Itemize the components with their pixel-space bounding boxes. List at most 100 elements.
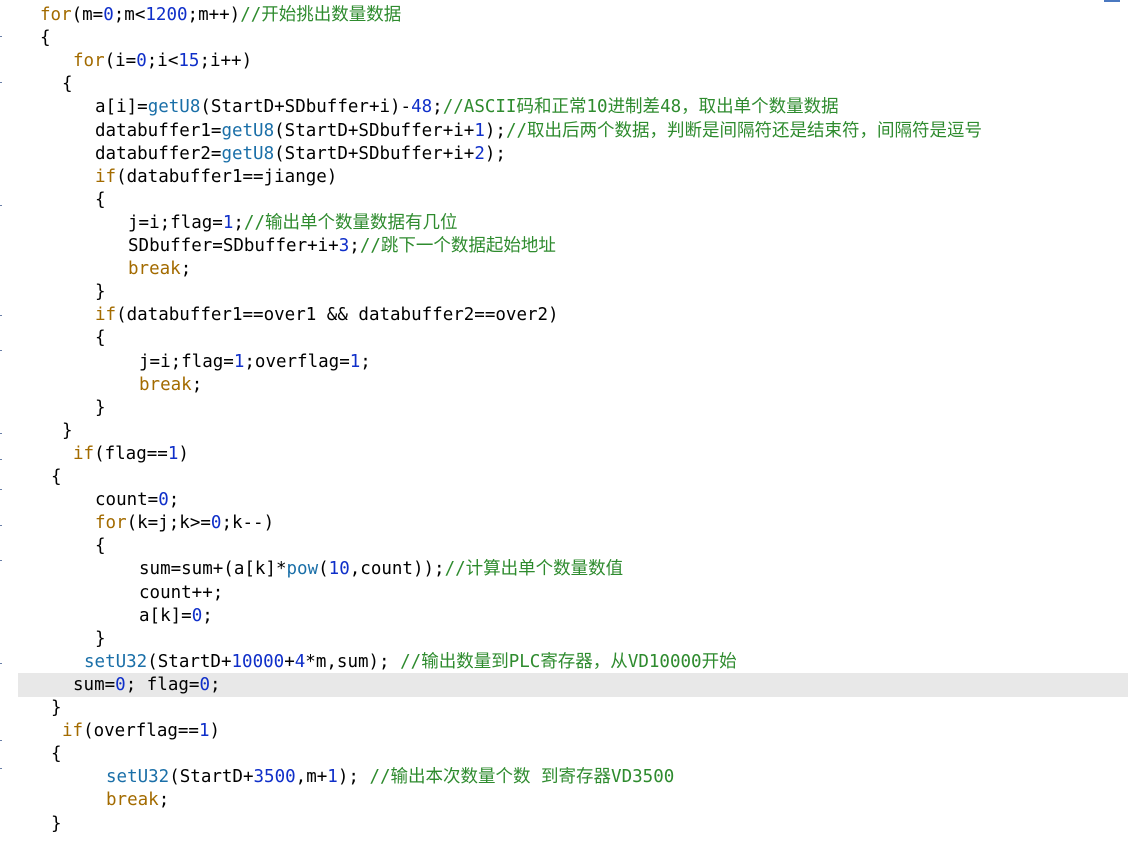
code-token: databuffer1=: [95, 121, 222, 141]
code-line[interactable]: j=i;flag=1;//输出单个数量数据有几位: [128, 211, 458, 235]
code-token: 1: [167, 444, 179, 464]
code-token: ,count));: [349, 559, 445, 579]
code-line[interactable]: sum=sum+(a[k]*pow(10,count));//计算出单个数量数值: [139, 557, 623, 581]
gutter-marker: [0, 350, 2, 351]
code-token: 4: [294, 652, 306, 672]
code-token: ，取出单个数量数据: [681, 97, 839, 117]
code-token: (StartD+SDbuffer+i)-: [200, 97, 412, 117]
code-token: );: [484, 144, 506, 164]
code-line[interactable]: {: [62, 72, 73, 96]
code-line[interactable]: break;: [128, 257, 191, 281]
code-line[interactable]: for(i=0;i<15;i++): [73, 49, 252, 73]
code-line[interactable]: if(flag==1): [73, 442, 189, 466]
code-token: ;: [210, 675, 221, 695]
code-line[interactable]: }: [95, 396, 106, 420]
code-line[interactable]: count=0;: [95, 488, 179, 512]
code-line[interactable]: {: [95, 326, 106, 350]
code-token: if: [62, 721, 84, 741]
code-line[interactable]: for(k=j;k>=0;k--): [95, 511, 274, 535]
code-line[interactable]: a[i]=getU8(StartD+SDbuffer+i)-48;//ASCII…: [95, 95, 839, 119]
code-token: 0: [103, 5, 114, 25]
code-token: 1: [233, 352, 245, 372]
code-line[interactable]: }: [51, 812, 62, 836]
code-token: 1: [222, 213, 234, 233]
code-line[interactable]: {: [40, 26, 51, 50]
code-line[interactable]: }: [95, 627, 106, 651]
code-line[interactable]: }: [95, 280, 106, 304]
code-token: 2: [474, 144, 485, 164]
code-token: 开始: [701, 652, 737, 672]
gutter-marker: [0, 433, 2, 434]
code-token: ;: [432, 97, 443, 117]
gutter-marker: [0, 36, 2, 37]
code-line[interactable]: SDbuffer=SDbuffer+i+3;//跳下一个数据起始地址: [128, 234, 556, 258]
code-token: ;: [349, 236, 360, 256]
code-line[interactable]: setU32(StartD+10000+4*m,sum); //输出数量到PLC…: [84, 650, 737, 674]
code-line[interactable]: break;: [139, 373, 202, 397]
code-token: }: [62, 421, 73, 441]
code-token: ): [178, 444, 189, 464]
code-line[interactable]: for(m=0;m<1200;m++)//开始挑出数量数据: [40, 3, 401, 27]
code-line[interactable]: j=i;flag=1;overflag=1;: [139, 350, 371, 374]
current-code-line[interactable]: sum=0; flag=0;: [18, 673, 1128, 697]
code-token: if: [95, 305, 117, 325]
code-token: //取出后两个数据，判断是间隔符还是结束符，间隔符是逗号: [505, 121, 983, 141]
code-line[interactable]: databuffer2=getU8(StartD+SDbuffer+i+2);: [95, 142, 506, 166]
code-line[interactable]: }: [62, 419, 73, 443]
code-token: (StartD+: [169, 767, 254, 787]
code-token: 3500: [253, 767, 296, 787]
code-token: {: [95, 190, 106, 210]
code-token: 15: [178, 51, 200, 71]
code-token: (m=: [71, 5, 104, 25]
code-token: 1: [327, 767, 338, 787]
code-token: 0: [191, 606, 203, 626]
code-token: 3: [338, 236, 350, 256]
code-token: VD10000: [627, 652, 702, 672]
code-token: pow: [286, 559, 319, 579]
code-token: ;: [168, 490, 180, 510]
code-token: SDbuffer=SDbuffer+i+: [128, 236, 339, 256]
code-token: setU32: [106, 767, 170, 787]
code-line[interactable]: if(databuffer1==jiange): [95, 165, 337, 189]
code-token: {: [95, 328, 106, 348]
code-token: 寄存器，从: [540, 652, 628, 672]
code-token: ;overflag=: [244, 352, 350, 372]
code-token: {: [51, 467, 62, 487]
code-token: (overflag==: [83, 721, 199, 741]
code-token: (databuffer1==jiange): [116, 167, 338, 187]
code-token: //输出数量到: [400, 652, 509, 672]
code-token: (i=: [104, 51, 137, 71]
code-token: j=i;flag=: [139, 352, 234, 372]
code-line[interactable]: a[k]=0;: [139, 604, 213, 628]
code-token: 1200: [145, 5, 188, 25]
code-line[interactable]: }: [51, 696, 62, 720]
code-token: sum=: [73, 675, 116, 695]
code-token: }: [51, 698, 62, 718]
code-token: VD3500: [611, 767, 675, 787]
code-line[interactable]: {: [51, 465, 62, 489]
code-line[interactable]: {: [51, 742, 62, 766]
code-editor[interactable]: for(m=0;m<1200;m++)//开始挑出数量数据{for(i=0;i<…: [0, 0, 1128, 865]
gutter-marker: [0, 459, 2, 460]
code-line[interactable]: {: [95, 534, 106, 558]
code-token: ,m+: [295, 767, 328, 787]
code-line[interactable]: break;: [106, 788, 169, 812]
code-line[interactable]: if(overflag==1): [62, 719, 220, 743]
code-line[interactable]: count++;: [139, 581, 223, 605]
code-token: }: [95, 629, 106, 649]
code-line[interactable]: setU32(StartD+3500,m+1); //输出本次数量个数 到寄存器…: [106, 765, 674, 789]
code-token: for: [95, 513, 127, 533]
code-token: 1: [349, 352, 361, 372]
code-token: (StartD+: [147, 652, 232, 672]
code-token: 0: [199, 675, 211, 695]
gutter-marker: [0, 205, 2, 206]
code-token: ): [209, 721, 221, 741]
code-token: {: [51, 744, 62, 764]
gutter-marker: [0, 82, 2, 83]
code-token: ;: [233, 213, 244, 233]
code-line[interactable]: {: [95, 188, 106, 212]
code-line[interactable]: if(databuffer1==over1 && databuffer2==ov…: [95, 303, 559, 327]
code-line[interactable]: databuffer1=getU8(StartD+SDbuffer+i+1);/…: [95, 119, 982, 143]
code-token: );: [484, 121, 506, 141]
code-token: (k=j;k>=: [126, 513, 211, 533]
